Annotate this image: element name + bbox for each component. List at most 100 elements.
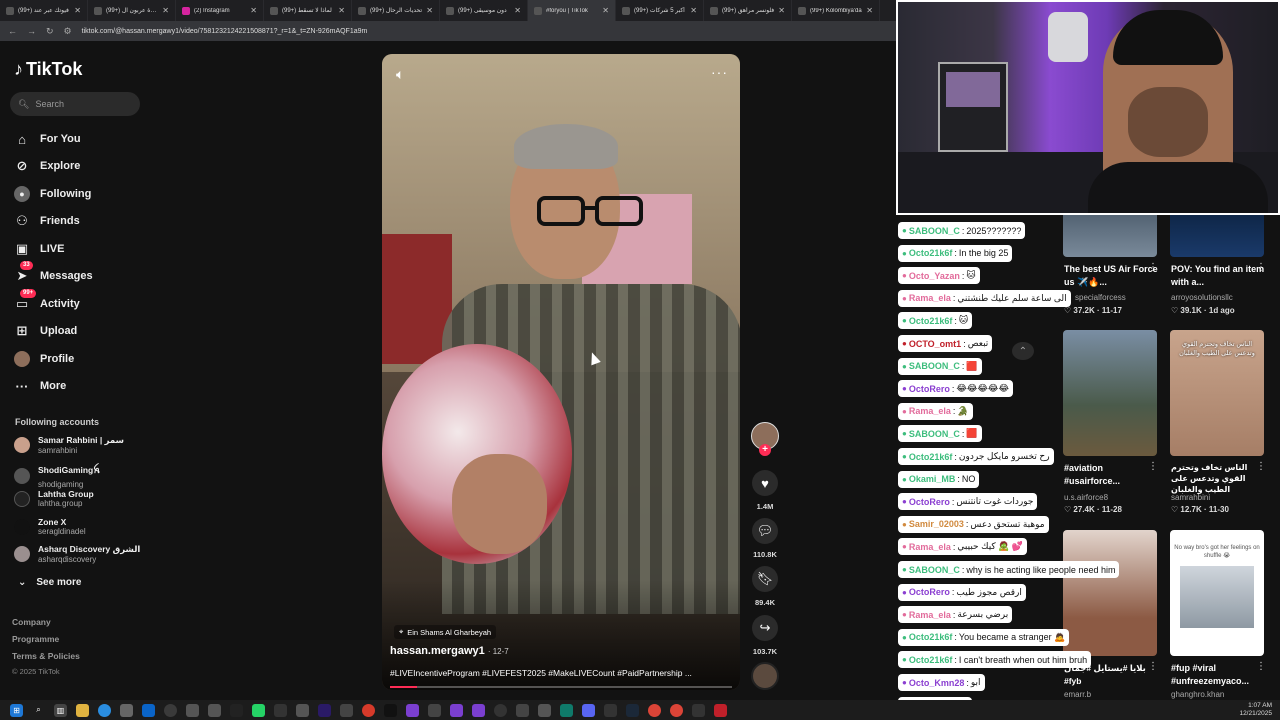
nav-live[interactable]: ▣ LIVE — [14, 239, 65, 259]
nav-activity[interactable]: ▭ 99+ Activity — [14, 289, 80, 314]
app-icon[interactable] — [428, 703, 441, 717]
nav-more[interactable]: ··· More — [14, 376, 67, 396]
follow-plus-icon[interactable]: + — [759, 444, 771, 456]
comment-button[interactable]: 💬︎ — [752, 518, 778, 544]
file-explorer-icon[interactable] — [76, 703, 89, 717]
close-tab-icon[interactable]: ✕ — [690, 6, 697, 15]
speaker-icon[interactable]: 🔈︎ — [396, 66, 404, 83]
app-icon[interactable] — [362, 703, 375, 717]
close-tab-icon[interactable]: ✕ — [338, 6, 345, 15]
premiere-icon[interactable] — [318, 703, 331, 717]
close-tab-icon[interactable]: ✕ — [250, 6, 257, 15]
close-tab-icon[interactable]: ✕ — [778, 6, 785, 15]
more-options-icon[interactable]: ⋮ — [1256, 262, 1266, 273]
see-more-button[interactable]: ⌄ See more — [18, 577, 81, 588]
close-tab-icon[interactable]: ✕ — [514, 6, 521, 15]
like-button[interactable]: ♥ — [752, 470, 778, 496]
recommended-video-author[interactable]: samrahbini — [1171, 493, 1210, 502]
app-icon[interactable] — [208, 703, 221, 717]
following-account[interactable]: Lahtha Group lahtha.group — [14, 489, 94, 508]
app-icon[interactable] — [714, 703, 727, 717]
browser-tab[interactable]: (99+) دون موسيقى ✕ — [440, 0, 528, 21]
video-player[interactable]: 🔈︎ ··· ⌖ Ein Shams Al Gharbeyah hassan.me… — [382, 54, 740, 690]
whatsapp-icon[interactable] — [252, 703, 265, 717]
more-options-icon[interactable]: ⋮ — [1148, 461, 1158, 472]
more-options-icon[interactable]: ⋮ — [1148, 661, 1158, 672]
app-icon[interactable] — [472, 703, 485, 717]
recommended-video-author[interactable]: arroyosolutionsllc — [1171, 293, 1233, 302]
footer-link-programme[interactable]: Programme — [12, 634, 59, 644]
recommended-video-title[interactable]: الناس تخاف وتحترم القوي وتدعس على الطيب … — [1171, 462, 1267, 495]
browser-tab-active[interactable]: #foryou | TikTok ✕ — [528, 0, 616, 21]
recommended-video-title[interactable]: #aviation #usairforce... — [1064, 462, 1160, 488]
discord-icon[interactable] — [582, 703, 595, 717]
more-options-icon[interactable]: ⋮ — [1148, 262, 1158, 273]
app-icon[interactable] — [186, 703, 199, 717]
recommended-video-thumbnail[interactable]: No way bro's got her feelings on shuffle… — [1170, 530, 1264, 656]
browser-tab[interactable]: (99+) أكبر 5 شركات ✕ — [616, 0, 704, 21]
recommended-video-thumbnail[interactable]: الناس تخاف وتحترم القوي وتدعس على الطيب … — [1170, 330, 1264, 456]
browser-tab[interactable]: (99+) عادة عربون ال ✕ — [88, 0, 176, 21]
edge-browser-icon[interactable] — [98, 703, 111, 717]
tiktok-logo[interactable]: ♪ TikTok — [14, 59, 82, 80]
browser-tab[interactable]: (99+) تحديات الرحال ✕ — [352, 0, 440, 21]
browser-tab[interactable]: (99+) فلونسر مراهق ✕ — [704, 0, 792, 21]
chrome-icon[interactable] — [648, 703, 661, 717]
footer-link-company[interactable]: Company — [12, 617, 51, 627]
system-clock[interactable]: 1:07 AM 12/21/2025 — [1239, 702, 1272, 718]
video-location[interactable]: ⌖ Ein Shams Al Gharbeyah — [394, 625, 497, 639]
close-tab-icon[interactable]: ✕ — [602, 6, 609, 15]
browser-tab[interactable]: (99+) فيوتك عبر عند ✕ — [0, 0, 88, 21]
scroll-up-button[interactable]: ⌃ — [1012, 342, 1034, 360]
more-options-icon[interactable]: ⋮ — [1256, 661, 1266, 672]
recommended-video-thumbnail[interactable] — [1063, 530, 1157, 656]
nav-upload[interactable]: ⊞ Upload — [14, 321, 78, 341]
url-field[interactable]: tiktok.com/@hassan.mergawy1/video/758123… — [82, 28, 368, 35]
more-options-icon[interactable]: ⋮ — [1256, 461, 1266, 472]
app-icon[interactable] — [538, 703, 551, 717]
app-icon[interactable] — [406, 703, 419, 717]
video-author[interactable]: hassan.mergawy1 · 12-7 — [390, 645, 509, 657]
save-button[interactable]: 🔖︎ — [752, 566, 778, 592]
obs-icon[interactable] — [494, 703, 507, 717]
browser-tab[interactable]: (2) Instagram ✕ — [176, 0, 264, 21]
recommended-video-author[interactable]: u.s.airforce8 — [1064, 493, 1108, 502]
more-options-icon[interactable]: ··· — [711, 64, 728, 80]
recommended-video-author[interactable]: specialforcess — [1075, 293, 1126, 302]
forward-arrow-icon[interactable]: → — [27, 26, 36, 36]
close-tab-icon[interactable]: ✕ — [74, 6, 81, 15]
app-icon[interactable] — [604, 703, 617, 717]
following-account[interactable]: Samar Rahbini | سمر samrahbini — [14, 435, 124, 455]
windows-start-icon[interactable]: ⊞ — [10, 703, 23, 717]
recommended-video-author[interactable]: ghanghro.khan — [1171, 690, 1224, 699]
video-caption[interactable]: #LIVEIncentiveProgram #LIVEFEST2025 #Mak… — [390, 668, 692, 678]
share-button[interactable]: ↪ — [752, 615, 778, 641]
task-view-icon[interactable]: ▥ — [54, 703, 67, 717]
recommended-video-title[interactable]: #fup #viral #unfreezemyaco... — [1171, 662, 1267, 688]
browser-tab[interactable]: (99+) لماذا لا تسقط ✕ — [264, 0, 352, 21]
site-info-icon[interactable]: ⚙ — [64, 26, 72, 37]
nav-messages[interactable]: ➤ 33 Messages — [14, 261, 93, 286]
app-icon[interactable] — [450, 703, 463, 717]
settings-icon[interactable] — [164, 703, 177, 717]
browser-tab[interactable]: (99+) Kolombiya'da ✕ — [792, 0, 880, 21]
app-icon[interactable] — [516, 703, 529, 717]
search-input[interactable]: 🔍︎ Search — [10, 92, 140, 116]
nav-profile[interactable]: Profile — [14, 349, 74, 369]
nav-for-you[interactable]: ⌂ For You — [14, 129, 80, 149]
app-icon[interactable] — [296, 703, 309, 717]
tiktok-app-icon[interactable] — [384, 703, 397, 717]
steam-icon[interactable] — [626, 703, 639, 717]
reload-icon[interactable]: ↻ — [46, 26, 54, 37]
recommended-video-author[interactable]: emarr.b — [1064, 690, 1091, 699]
search-icon[interactable]: ⌕ — [32, 704, 45, 717]
recommended-video-title[interactable]: The best US Air Force us ✈️🔥... — [1064, 263, 1160, 289]
app-icon[interactable] — [692, 703, 705, 717]
following-account[interactable]: Asharq Discovery الشرق asharqdiscovery — [14, 544, 140, 564]
back-arrow-icon[interactable]: ← — [8, 26, 17, 36]
app-icon[interactable] — [340, 703, 353, 717]
footer-link-terms[interactable]: Terms & Policies — [12, 651, 80, 661]
outlook-icon[interactable] — [142, 703, 155, 717]
music-disc-icon[interactable] — [751, 662, 779, 690]
close-tab-icon[interactable]: ✕ — [162, 6, 169, 15]
